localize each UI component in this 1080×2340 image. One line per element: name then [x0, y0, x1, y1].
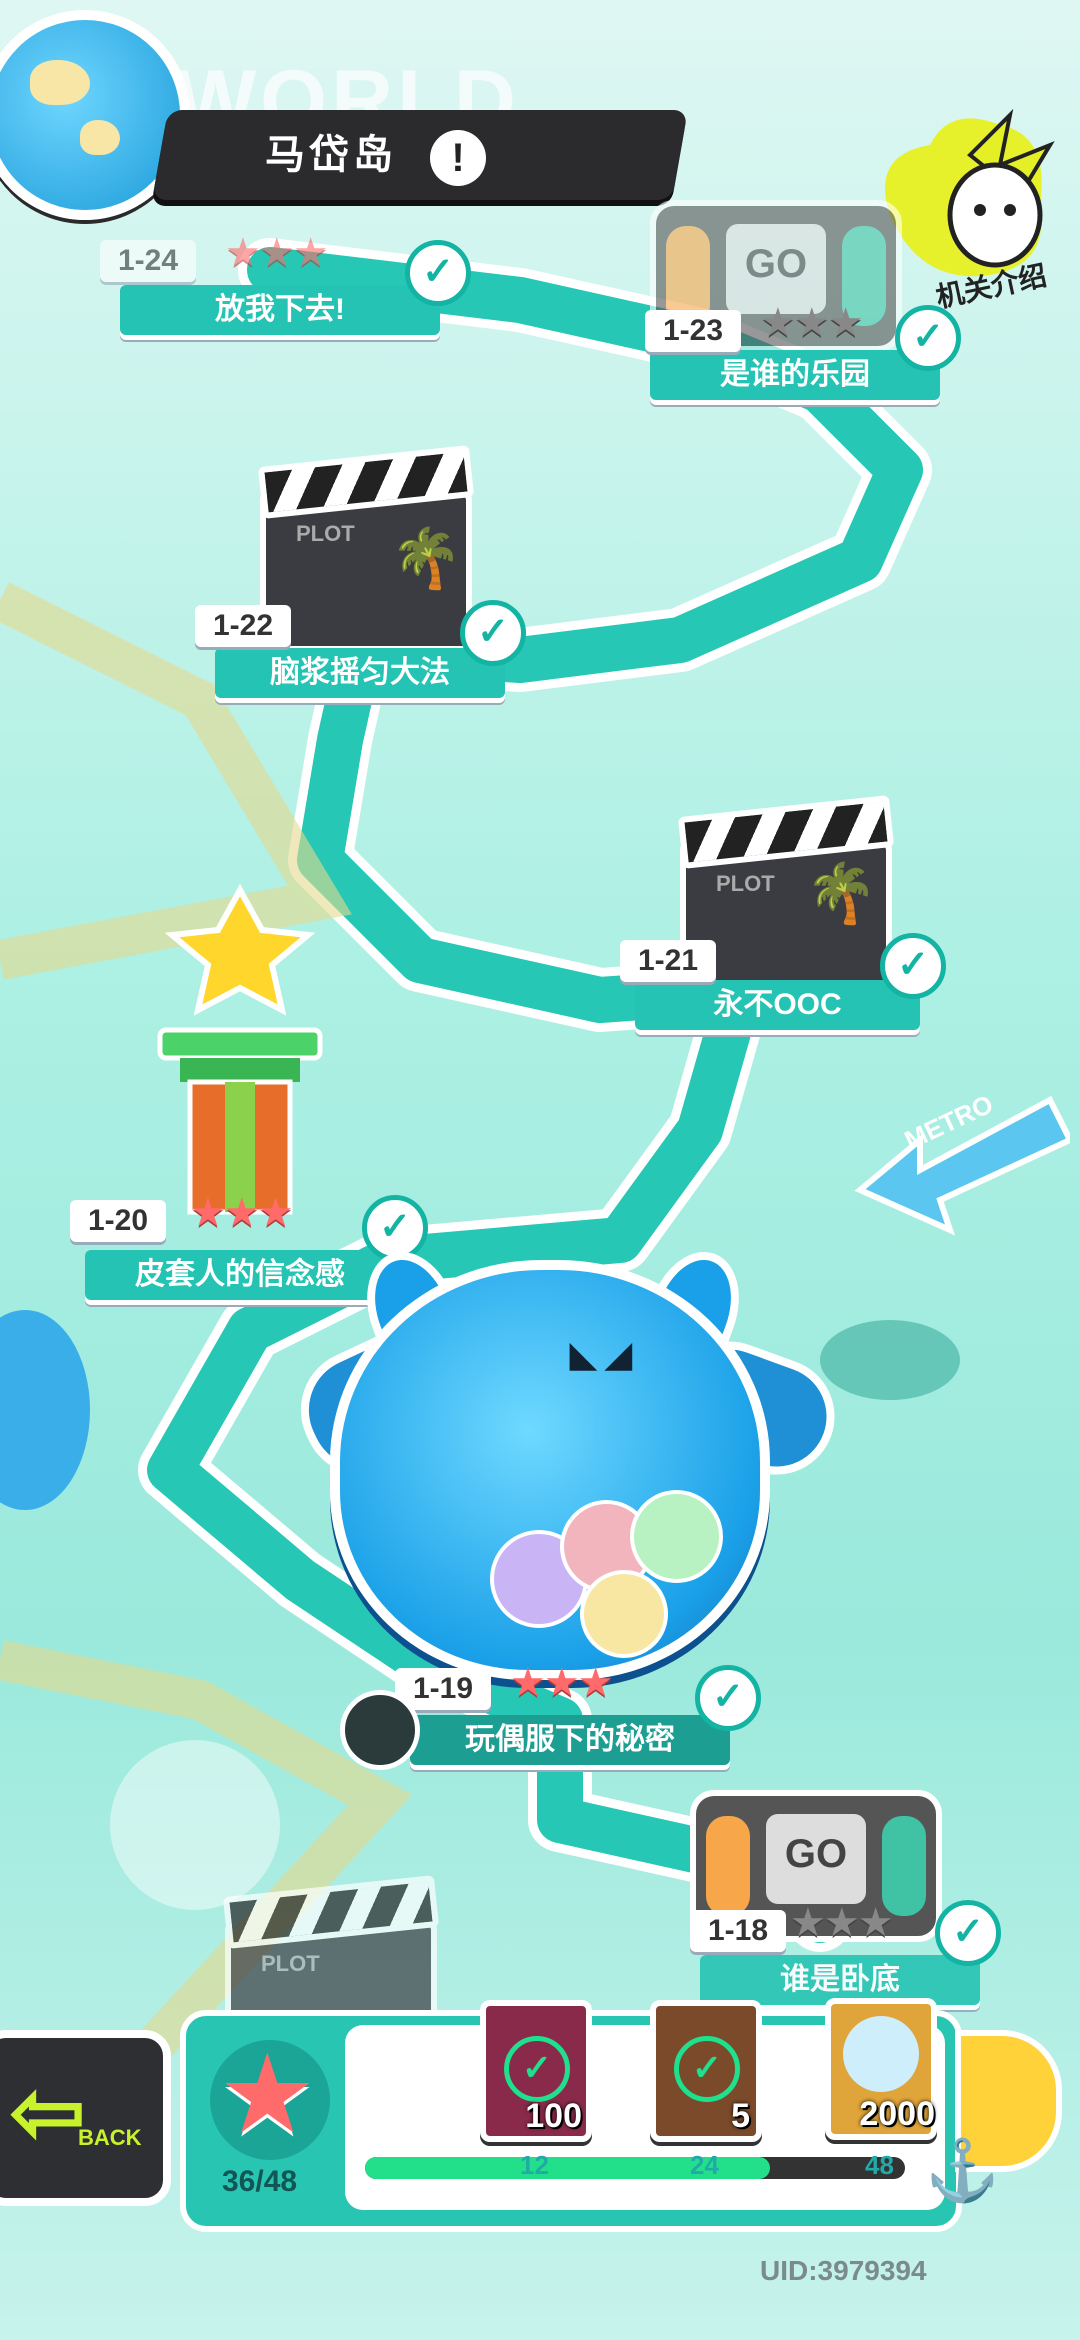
alert-icon[interactable]: !: [430, 130, 486, 186]
level-1-24-check-icon: ✓: [405, 240, 471, 306]
island-title-bar: [152, 110, 688, 200]
level-1-19-check-icon: ✓: [695, 1665, 761, 1731]
boss-badge-icon: [340, 1690, 420, 1770]
level-1-20-check-icon: ✓: [362, 1195, 428, 1261]
capsule-ball: [580, 1570, 668, 1658]
back-label: BACK: [78, 2125, 142, 2150]
level-1-20-name[interactable]: 皮套人的信念感: [85, 1250, 395, 1300]
milestone-label: 48: [865, 2150, 894, 2180]
level-1-23-name[interactable]: 是谁的乐园: [650, 350, 940, 400]
green-splash: [820, 1320, 960, 1400]
capsule-ball: [630, 1490, 723, 1583]
star-icon: ★: [218, 2033, 317, 2156]
milestone-label: 12: [520, 2150, 549, 2180]
star-progress-count: 36/48: [222, 2165, 298, 2198]
level-1-18-check-icon: ✓: [935, 1900, 1001, 1966]
claimed-check-icon: ✓: [504, 2036, 570, 2102]
level-1-21-check-icon: ✓: [880, 933, 946, 999]
claimed-check-icon: ✓: [674, 2036, 740, 2102]
boss-face: ◣ ◢: [570, 1336, 632, 1374]
level-1-22-name[interactable]: 脑浆摇匀大法: [215, 648, 505, 698]
reward-item-2[interactable]: ✓ 5: [650, 2000, 762, 2142]
palm-tree-icon: 🌴: [390, 526, 463, 591]
reward-qty: 5: [731, 2097, 750, 2135]
island-name: 马岱岛: [265, 133, 397, 177]
level-1-21-name[interactable]: 永不OOC: [635, 980, 920, 1030]
metro-sign-icon: METRO: [854, 1089, 1070, 1236]
reward-ticket-icon: [843, 2016, 919, 2092]
level-1-23-check-icon: ✓: [895, 305, 961, 371]
level-1-24-stars: ★★★: [225, 231, 329, 275]
level-1-22-check-icon: ✓: [460, 600, 526, 666]
level-1-23-stars: ★★★: [760, 301, 864, 345]
level-1-24-name[interactable]: 放我下去!: [120, 285, 440, 335]
reward-qty: 100: [525, 2097, 582, 2135]
level-1-19-name[interactable]: 玩偶服下的秘密: [410, 1715, 730, 1765]
milestone-label: 24: [690, 2150, 719, 2180]
level-1-23-id: 1-23: [645, 310, 742, 352]
level-1-20-stars: ★★★: [190, 1191, 294, 1235]
reward-item-3[interactable]: 2000: [825, 1998, 937, 2140]
level-1-24-id: 1-24: [100, 240, 197, 282]
user-id: UID:3979394: [760, 2255, 927, 2286]
back-arrow-icon: ⇦: [10, 2063, 86, 2163]
palm-tree-icon: 🌴: [805, 861, 878, 926]
level-1-20-id: 1-20: [70, 1200, 167, 1242]
reward-item-1[interactable]: ✓ 100: [480, 2000, 592, 2142]
level-1-18-stars: ★★★: [790, 1901, 894, 1945]
level-1-20-tower-icon[interactable]: [140, 880, 340, 1220]
reward-qty: 2000: [859, 2095, 935, 2133]
anchor-icon[interactable]: ⚓: [925, 2135, 1000, 2206]
level-1-22-id: 1-22: [195, 605, 292, 647]
level-1-19-stars: ★★★: [510, 1661, 614, 1705]
level-1-21-id: 1-21: [620, 940, 717, 982]
level-1-18-id: 1-18: [690, 1910, 787, 1952]
ghost-mascot: [110, 1740, 280, 1910]
